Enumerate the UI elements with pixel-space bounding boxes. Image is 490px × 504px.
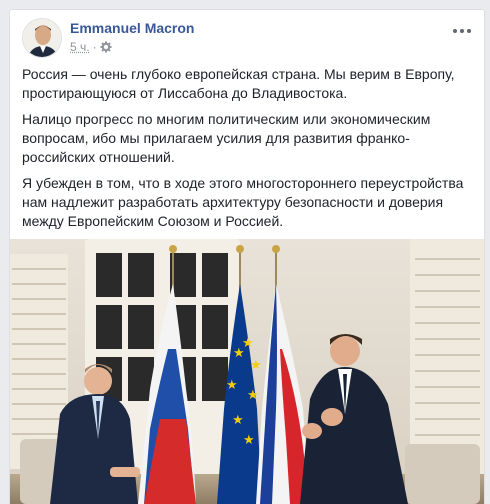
- author-name[interactable]: Emmanuel Macron: [70, 20, 194, 36]
- post-header: Emmanuel Macron 5 ч. ·: [22, 18, 474, 60]
- svg-text:★: ★: [242, 336, 254, 351]
- post-photo[interactable]: ★ ★ ★ ★ ★ ★ ★: [10, 239, 484, 504]
- avatar-image: [23, 19, 61, 57]
- post-paragraph-1: Россия — очень глубоко европейская стран…: [22, 66, 455, 101]
- more-dots-icon[interactable]: [452, 24, 472, 38]
- post-meta: 5 ч. ·: [70, 40, 112, 54]
- svg-text:★: ★: [247, 388, 259, 403]
- svg-text:★: ★: [232, 413, 244, 428]
- photo-illustration: ★★★ ★★★ ★: [10, 239, 484, 504]
- post-text: Россия — очень глубоко европейская стран…: [22, 65, 474, 238]
- avatar[interactable]: [22, 18, 62, 58]
- post-paragraph-2: Налицо прогресс по многим политическим и…: [22, 111, 431, 165]
- svg-text:★: ★: [250, 358, 262, 373]
- facebook-post: Emmanuel Macron 5 ч. · Россия — очень гл…: [9, 9, 485, 504]
- gear-icon[interactable]: [100, 41, 112, 53]
- svg-text:★: ★: [243, 433, 255, 448]
- post-time[interactable]: 5 ч.: [70, 40, 90, 54]
- separator-dot: ·: [92, 40, 97, 54]
- post-paragraph-3: Я убежден в том, что в ходе этого многос…: [22, 175, 464, 229]
- svg-text:★: ★: [226, 378, 238, 393]
